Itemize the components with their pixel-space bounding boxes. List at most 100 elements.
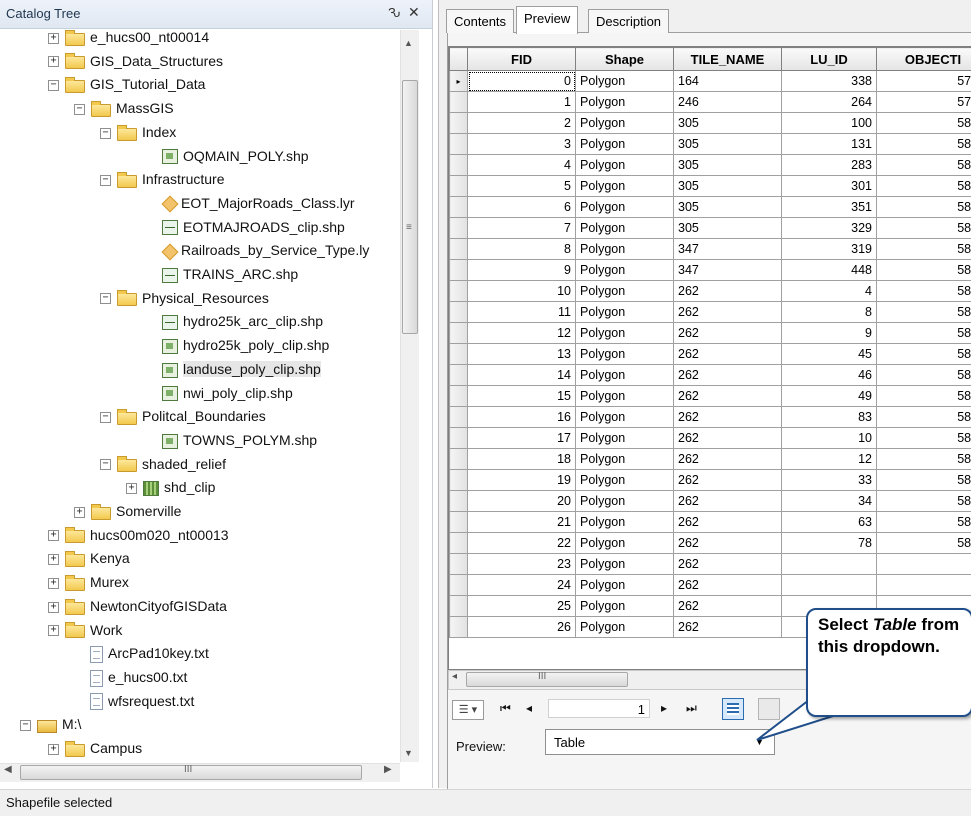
table-row[interactable]: 5Polygon3053015818 <box>450 176 971 197</box>
collapse-icon[interactable]: − <box>20 720 31 731</box>
table-row[interactable]: 21Polygon262635876 <box>450 512 971 533</box>
tree-item[interactable]: −M:\ <box>20 713 81 735</box>
cell-lu-id[interactable]: 264 <box>782 92 877 113</box>
cell-fid[interactable]: 12 <box>468 323 576 344</box>
cell-tile-name[interactable]: 262 <box>674 617 782 638</box>
row-selector[interactable] <box>450 407 468 428</box>
collapse-icon[interactable]: − <box>100 293 111 304</box>
table-row[interactable]: 23Polygon262 <box>450 554 971 575</box>
cell-fid[interactable]: 13 <box>468 344 576 365</box>
tree-item[interactable]: hydro25k_poly_clip.shp <box>162 334 329 356</box>
cell-shape[interactable]: Polygon <box>576 575 674 596</box>
column-header-lu-id[interactable]: LU_ID <box>782 48 877 71</box>
cell-fid[interactable]: 10 <box>468 281 576 302</box>
cell-tile-name[interactable]: 305 <box>674 113 782 134</box>
tree-item[interactable]: TOWNS_POLYM.shp <box>162 429 317 451</box>
cell-lu-id[interactable] <box>782 554 877 575</box>
cell-shape[interactable]: Polygon <box>576 365 674 386</box>
cell-lu-id[interactable]: 283 <box>782 155 877 176</box>
cell-fid[interactable]: 26 <box>468 617 576 638</box>
table-row[interactable]: 18Polygon262125876 <box>450 449 971 470</box>
cell-objectid[interactable] <box>877 575 971 596</box>
table-row[interactable]: 6Polygon3053515818 <box>450 197 971 218</box>
row-selector[interactable] <box>450 554 468 575</box>
cell-objectid[interactable]: 5824 <box>877 239 971 260</box>
cell-fid[interactable]: 0 <box>468 71 576 92</box>
row-selector[interactable] <box>450 260 468 281</box>
cell-lu-id[interactable]: 9 <box>782 323 877 344</box>
cell-fid[interactable]: 5 <box>468 176 576 197</box>
collapse-icon[interactable]: − <box>48 80 59 91</box>
cell-tile-name[interactable]: 262 <box>674 407 782 428</box>
table-row[interactable]: ▸0Polygon1643385704 <box>450 71 971 92</box>
tree-item[interactable]: +e_hucs00_nt00014 <box>48 30 209 48</box>
tree-item[interactable]: −MassGIS <box>74 97 174 119</box>
cell-objectid[interactable]: 5818 <box>877 218 971 239</box>
collapse-icon[interactable]: − <box>74 104 85 115</box>
cell-objectid[interactable]: 5876 <box>877 344 971 365</box>
table-row[interactable]: 13Polygon262455876 <box>450 344 971 365</box>
cell-lu-id[interactable]: 301 <box>782 176 877 197</box>
table-row[interactable]: 15Polygon262495876 <box>450 386 971 407</box>
cell-fid[interactable]: 11 <box>468 302 576 323</box>
cell-objectid[interactable]: 5876 <box>877 533 971 554</box>
cell-tile-name[interactable]: 262 <box>674 344 782 365</box>
cell-objectid[interactable]: 5743 <box>877 92 971 113</box>
cell-lu-id[interactable] <box>782 575 877 596</box>
scroll-right-icon[interactable]: ▶ <box>384 764 392 775</box>
preview-type-dropdown[interactable]: Table <box>545 729 775 755</box>
row-selector[interactable] <box>450 344 468 365</box>
scroll-down-icon[interactable]: ▼ <box>404 748 413 758</box>
cell-objectid[interactable]: 5876 <box>877 365 971 386</box>
cell-fid[interactable]: 24 <box>468 575 576 596</box>
cell-shape[interactable]: Polygon <box>576 512 674 533</box>
cell-fid[interactable]: 9 <box>468 260 576 281</box>
cell-objectid[interactable]: 5818 <box>877 197 971 218</box>
tree-item[interactable]: −GIS_Tutorial_Data <box>48 73 205 95</box>
cell-shape[interactable]: Polygon <box>576 596 674 617</box>
tree-item[interactable]: e_hucs00.txt <box>90 666 187 688</box>
cell-tile-name[interactable]: 262 <box>674 491 782 512</box>
row-selector[interactable] <box>450 92 468 113</box>
cell-lu-id[interactable]: 351 <box>782 197 877 218</box>
row-selector[interactable] <box>450 428 468 449</box>
previous-record-icon[interactable]: ◂ <box>526 701 532 715</box>
cell-objectid[interactable]: 5875 <box>877 281 971 302</box>
cell-shape[interactable]: Polygon <box>576 491 674 512</box>
row-selector[interactable] <box>450 239 468 260</box>
tree-item[interactable]: −shaded_relief <box>100 453 226 475</box>
row-selector[interactable] <box>450 575 468 596</box>
table-row[interactable]: 12Polygon26295875 <box>450 323 971 344</box>
first-record-icon[interactable]: ⏮ <box>500 701 511 716</box>
cell-lu-id[interactable]: 33 <box>782 470 877 491</box>
row-selector[interactable] <box>450 134 468 155</box>
cell-lu-id[interactable]: 63 <box>782 512 877 533</box>
row-selector[interactable] <box>450 218 468 239</box>
show-selected-records-button[interactable] <box>758 698 780 720</box>
row-selector[interactable] <box>450 596 468 617</box>
column-header-shape[interactable]: Shape <box>576 48 674 71</box>
cell-lu-id[interactable]: 338 <box>782 71 877 92</box>
cell-lu-id[interactable]: 34 <box>782 491 877 512</box>
cell-shape[interactable]: Polygon <box>576 344 674 365</box>
table-row[interactable]: 17Polygon262105875 <box>450 428 971 449</box>
tree-item[interactable]: OQMAIN_POLY.shp <box>162 145 309 167</box>
table-row[interactable]: 4Polygon3052835818 <box>450 155 971 176</box>
scroll-left-icon[interactable]: ◂ <box>452 671 457 682</box>
tree-item[interactable]: landuse_poly_clip.shp <box>162 358 321 380</box>
cell-lu-id[interactable]: 45 <box>782 344 877 365</box>
current-record-field[interactable]: 1 <box>548 699 650 718</box>
cell-objectid[interactable]: 5875 <box>877 428 971 449</box>
scroll-up-icon[interactable]: ▲ <box>404 38 413 48</box>
cell-tile-name[interactable]: 262 <box>674 428 782 449</box>
expand-icon[interactable]: + <box>48 530 59 541</box>
table-row[interactable]: 24Polygon262 <box>450 575 971 596</box>
cell-shape[interactable]: Polygon <box>576 554 674 575</box>
cell-shape[interactable]: Polygon <box>576 428 674 449</box>
tree-item[interactable]: +shd_clip <box>126 476 215 498</box>
tree-vertical-scroll-thumb[interactable] <box>402 80 418 334</box>
cell-shape[interactable]: Polygon <box>576 176 674 197</box>
cell-fid[interactable]: 14 <box>468 365 576 386</box>
cell-tile-name[interactable]: 262 <box>674 575 782 596</box>
cell-objectid[interactable]: 5876 <box>877 512 971 533</box>
